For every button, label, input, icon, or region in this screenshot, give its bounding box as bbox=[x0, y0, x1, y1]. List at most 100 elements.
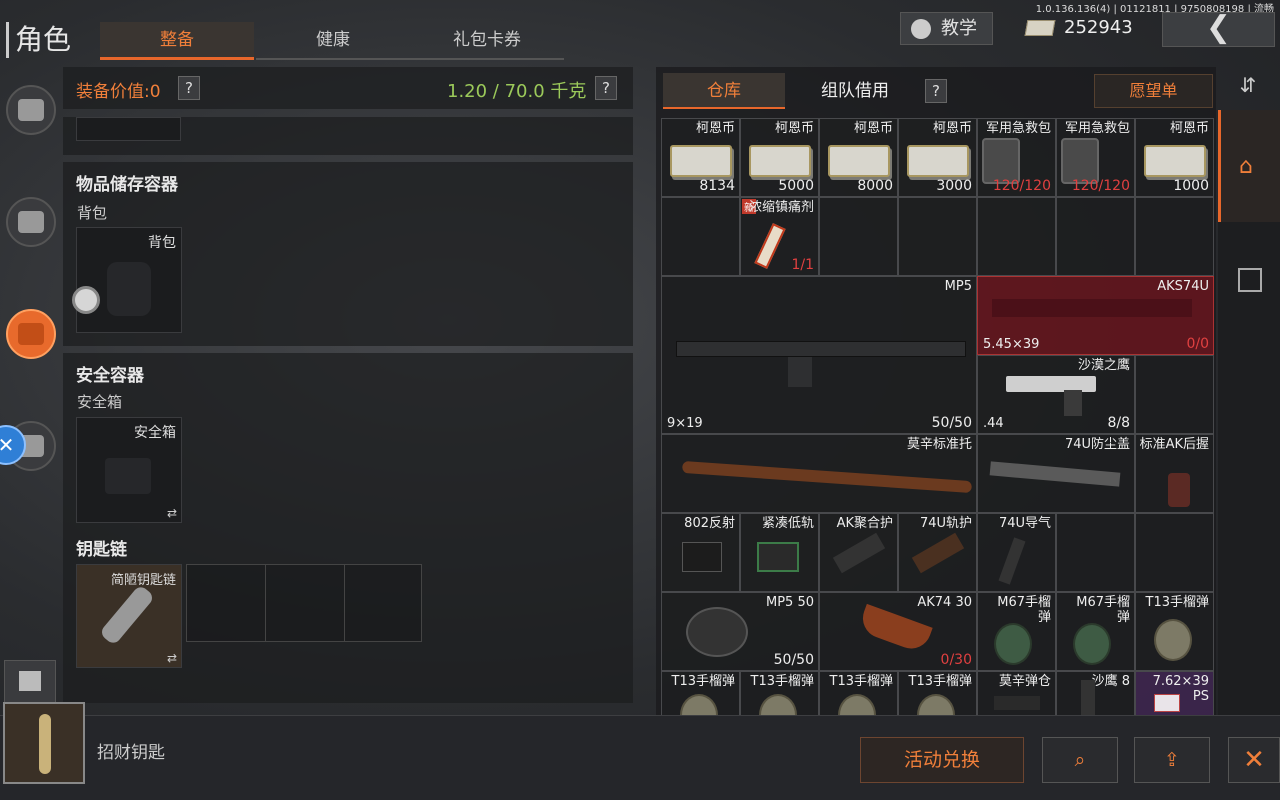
item-cell[interactable]: T13手榴弹 bbox=[819, 671, 898, 718]
backpack-slot[interactable]: 背包 bbox=[76, 227, 182, 333]
item-name: T13手榴弹 bbox=[750, 674, 814, 689]
item-cell[interactable]: T13手榴弹 bbox=[1135, 592, 1214, 671]
search-button[interactable]: ⌕ bbox=[1042, 737, 1118, 783]
swap-icon[interactable]: ⇄ bbox=[167, 651, 177, 665]
dustcover-icon bbox=[989, 461, 1121, 487]
item-name: 802反射 bbox=[684, 516, 735, 531]
tab-gift-cards[interactable]: 礼包卡券 bbox=[410, 22, 564, 60]
item-count: 120/120 bbox=[1071, 178, 1130, 194]
sort-button[interactable]: ⇵ bbox=[1228, 73, 1268, 103]
equip-help-button[interactable]: ? bbox=[178, 76, 200, 100]
item-cell[interactable]: 7.62×39 PS bbox=[1135, 671, 1214, 718]
upgrade-button[interactable]: ⇪ bbox=[1134, 737, 1210, 783]
cash-icon bbox=[1024, 20, 1056, 36]
item-cell[interactable]: 74U导气 bbox=[977, 513, 1056, 592]
home-icon: ⌂ bbox=[1239, 154, 1253, 179]
item-cell[interactable]: AK聚合护 bbox=[819, 513, 898, 592]
item-cell[interactable]: 802反射 bbox=[661, 513, 740, 592]
backpack-slot-button[interactable] bbox=[6, 309, 56, 359]
key-slots[interactable] bbox=[186, 564, 422, 642]
item-cell[interactable]: 柯恩币 1000 bbox=[1135, 118, 1214, 197]
keychain-slot[interactable]: 简陋钥匙链 ⇄ bbox=[76, 564, 182, 668]
cash-icon bbox=[1143, 145, 1206, 178]
close-button[interactable]: ✕ bbox=[1228, 737, 1280, 783]
empty-cell[interactable] bbox=[1056, 513, 1135, 592]
item-cell-aks74u[interactable]: AKS74U 5.45×39 0/0 bbox=[977, 276, 1214, 355]
item-cell[interactable]: 74U防尘盖 bbox=[977, 434, 1135, 513]
item-cell[interactable]: 军用急救包 120/120 bbox=[977, 118, 1056, 197]
box-icon bbox=[1238, 268, 1262, 292]
tab-warehouse[interactable]: 仓库 bbox=[663, 73, 785, 109]
item-cell[interactable]: 紧凑低轨 bbox=[740, 513, 819, 592]
empty-cell[interactable] bbox=[819, 197, 898, 276]
item-cell[interactable]: T13手榴弹 bbox=[898, 671, 977, 718]
item-cell[interactable]: 标准AK后握 bbox=[1135, 434, 1214, 513]
warehouse-box-tab[interactable] bbox=[1218, 228, 1280, 336]
safebox-slot[interactable]: 安全箱 ⇄ bbox=[76, 417, 182, 523]
currency-display: 252943 bbox=[1024, 12, 1154, 45]
cash-icon bbox=[748, 145, 811, 178]
item-cell[interactable]: 柯恩币 3000 bbox=[898, 118, 977, 197]
featured-key-name: 招财钥匙 bbox=[97, 743, 165, 763]
event-exchange-button[interactable]: 活动兑换 bbox=[860, 737, 1024, 783]
wishlist-button[interactable]: 愿望单 bbox=[1094, 74, 1213, 108]
item-cell[interactable]: M67手榴弹 bbox=[977, 592, 1056, 671]
item-caliber: 5.45×39 bbox=[983, 337, 1040, 352]
item-cell[interactable]: AK74 30 0/30 bbox=[819, 592, 977, 671]
item-name: 74U轨护 bbox=[919, 516, 972, 531]
currency-value: 252943 bbox=[1064, 17, 1133, 38]
empty-cell[interactable] bbox=[1056, 197, 1135, 276]
item-cell[interactable]: 莫辛弹仓 bbox=[977, 671, 1056, 718]
vest-slot-button[interactable] bbox=[6, 197, 56, 247]
item-cell[interactable]: 沙鹰 8 bbox=[1056, 671, 1135, 718]
sort-icon: ⇵ bbox=[1239, 73, 1257, 97]
empty-cell[interactable] bbox=[977, 197, 1056, 276]
team-help-button[interactable]: ? bbox=[925, 79, 947, 103]
item-cell[interactable]: MP5 50 50/50 bbox=[661, 592, 819, 671]
empty-cell[interactable] bbox=[1135, 197, 1214, 276]
item-count: 5000 bbox=[778, 178, 814, 194]
tab-prepare[interactable]: 整备 bbox=[100, 22, 254, 60]
item-cell[interactable]: T13手榴弹 bbox=[661, 671, 740, 718]
upload-icon: ⇪ bbox=[1164, 749, 1180, 771]
item-cell[interactable]: 莫辛标准托 bbox=[661, 434, 977, 513]
tutorial-button[interactable]: 教学 bbox=[900, 12, 993, 45]
item-name: 柯恩币 bbox=[932, 121, 972, 136]
item-cell[interactable]: 74U轨护 bbox=[898, 513, 977, 592]
item-name: 军用急救包 bbox=[1064, 121, 1130, 136]
item-name: AK74 30 bbox=[917, 595, 972, 610]
close-icon: ✕ bbox=[1243, 745, 1265, 775]
item-cell[interactable]: 新 浓缩镇痛剂 1/1 bbox=[740, 197, 819, 276]
item-name: M67手榴弹 bbox=[997, 595, 1051, 625]
equip-slot[interactable] bbox=[76, 117, 181, 141]
helmet-slot-button[interactable] bbox=[6, 85, 56, 135]
warehouse-home-tab[interactable]: ⌂ bbox=[1218, 110, 1280, 222]
weight-help-button[interactable]: ? bbox=[595, 76, 617, 100]
item-cell[interactable]: 柯恩币 8134 bbox=[661, 118, 740, 197]
magazine-icon bbox=[1081, 680, 1095, 716]
item-count: 50/50 bbox=[931, 415, 972, 431]
item-name: 沙鹰 8 bbox=[1091, 674, 1130, 689]
tab-team-borrow[interactable]: 组队借用 bbox=[790, 73, 920, 109]
empty-cell[interactable] bbox=[1135, 513, 1214, 592]
storage-title: 物品储存容器 bbox=[76, 175, 178, 195]
empty-cell[interactable] bbox=[898, 197, 977, 276]
weight-text: 1.20 / 70.0 千克 bbox=[447, 81, 587, 102]
item-cell[interactable]: 军用急救包 120/120 bbox=[1056, 118, 1135, 197]
gift-button[interactable] bbox=[4, 660, 56, 704]
empty-cell[interactable] bbox=[661, 197, 740, 276]
empty-cell[interactable] bbox=[1135, 355, 1214, 434]
item-cell-deagle[interactable]: 沙漠之鹰 .44 8/8 bbox=[977, 355, 1135, 434]
swap-icon[interactable]: ⇄ bbox=[167, 506, 177, 520]
item-cell-mp5[interactable]: MP5 9×19 50/50 bbox=[661, 276, 977, 434]
item-caliber: .44 bbox=[983, 416, 1004, 431]
equip-value-label: 装备价值:0 bbox=[76, 82, 161, 102]
back-button[interactable]: ❮ bbox=[1162, 12, 1275, 47]
tab-health[interactable]: 健康 bbox=[256, 22, 410, 60]
item-cell[interactable]: T13手榴弹 bbox=[740, 671, 819, 718]
item-cell[interactable]: 柯恩币 5000 bbox=[740, 118, 819, 197]
item-cell[interactable]: M67手榴弹 bbox=[1056, 592, 1135, 671]
featured-key-slot[interactable] bbox=[3, 702, 85, 784]
item-cell[interactable]: 柯恩币 8000 bbox=[819, 118, 898, 197]
item-name: 74U导气 bbox=[998, 516, 1051, 531]
